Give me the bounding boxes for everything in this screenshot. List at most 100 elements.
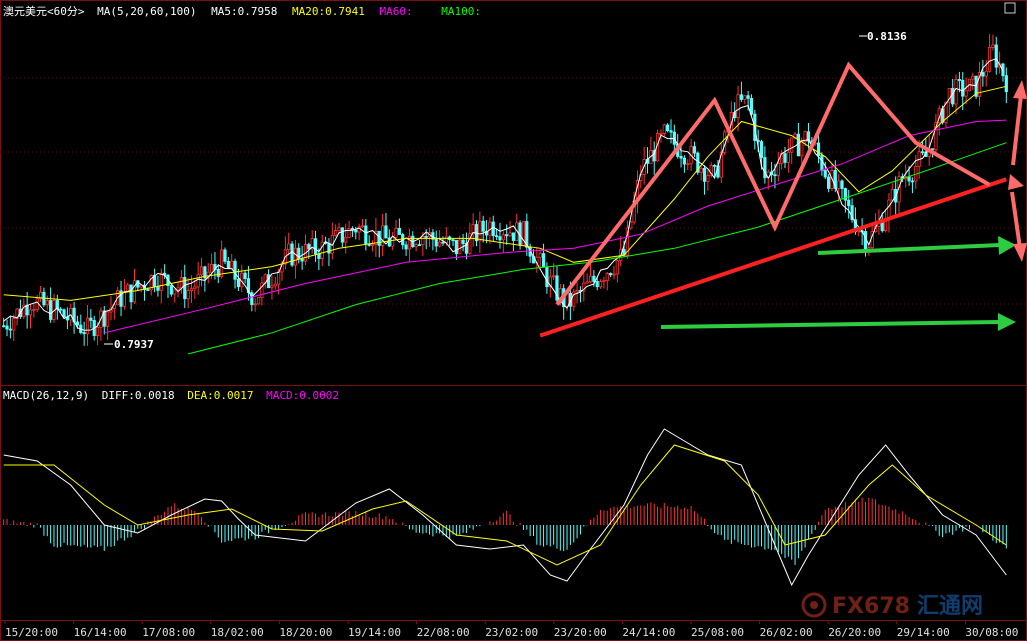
high-price-label: 0.8136 [867, 30, 907, 43]
candle-body [759, 141, 764, 158]
candle-body [169, 285, 173, 295]
candle-body [511, 232, 515, 241]
candle-body [662, 124, 666, 134]
candle-body [749, 97, 754, 115]
candle-body [287, 243, 291, 251]
candle-body [89, 317, 93, 321]
candle-body [300, 258, 304, 262]
candle-body [800, 141, 804, 157]
candle-body [602, 280, 606, 283]
candle-body [270, 285, 274, 289]
candle-body [826, 176, 831, 189]
candle-body [173, 289, 177, 295]
x-tick-label: 17/08:00 [142, 626, 195, 639]
candle-body [552, 275, 556, 278]
candle-body [987, 47, 992, 72]
candle-body [313, 238, 318, 255]
candle-body [189, 288, 194, 291]
candle-body [193, 286, 197, 290]
x-tick-label: 29/14:00 [897, 626, 950, 639]
candle-body [216, 268, 220, 277]
candle-body [8, 328, 12, 331]
legend-ma5-name: MA5 [211, 5, 231, 18]
candle-body [702, 167, 707, 182]
legend-ma5-value: 0.7958 [238, 5, 278, 18]
candle-body [991, 44, 995, 48]
ma-indicator-label: MA(5,20,60,100) [97, 5, 196, 18]
x-tick-label: 24/14:00 [622, 626, 675, 639]
candle-body [994, 44, 998, 68]
candle-body [186, 290, 190, 300]
x-tick-label: 19/14:00 [348, 626, 401, 639]
candle-body [712, 164, 717, 167]
candle-body [961, 79, 965, 97]
candle-body [273, 283, 277, 287]
candle-body [541, 253, 546, 268]
candle-body [796, 133, 801, 157]
candle-body [746, 95, 750, 99]
x-axis-labels: 15/20:00 16/14:00 17/08:00 18/02:00 18/20:00… [4, 620, 1018, 639]
candle-body [816, 142, 821, 157]
legend-macd-value: 0.0002 [299, 389, 339, 402]
ma20-line [3, 85, 1007, 301]
x-tick-label: 18/02:00 [211, 626, 264, 639]
candle-body [847, 199, 851, 207]
candle-body [444, 236, 448, 244]
candle-body [686, 163, 690, 166]
candle-body [277, 271, 281, 285]
candle-body [35, 298, 39, 311]
candle-body [417, 244, 422, 247]
x-tick-label: 25/08:00 [691, 626, 744, 639]
macd-series [3, 428, 1007, 587]
candle-body [840, 180, 844, 189]
candle-body [907, 176, 911, 182]
candle-body [682, 157, 687, 165]
x-tick-label: 23/02:00 [485, 626, 538, 639]
candle-body [159, 272, 163, 291]
candle-body [337, 227, 341, 231]
candle-body [2, 325, 6, 328]
candle-body [491, 221, 495, 237]
candle-body [588, 275, 593, 283]
candle-body [890, 188, 894, 201]
macd-header: MACD(26,12,9) DIFF:0.0018 DEA:0.0017 MAC… [3, 389, 339, 402]
candle-body [454, 239, 458, 255]
x-tick-label: 26/02:00 [760, 626, 813, 639]
legend-ma20-value: 0.7941 [325, 5, 365, 18]
candle-body [236, 278, 241, 288]
candle-body [609, 273, 613, 276]
candle-body [692, 146, 697, 154]
watermark-cn: 汇通网 [917, 594, 983, 619]
candle-body [971, 75, 975, 80]
candle-body [334, 230, 338, 236]
x-tick-label: 26/20:00 [828, 626, 881, 639]
candle-body [199, 266, 204, 276]
candle-body [438, 241, 442, 247]
candle-body [28, 309, 33, 316]
candle-body [451, 239, 455, 242]
candle-body [441, 241, 445, 244]
candle-body [129, 284, 133, 303]
candle-body [434, 238, 438, 247]
candle-body [59, 308, 63, 311]
candle-body [612, 273, 616, 276]
candle-body [615, 260, 619, 275]
candle-body [250, 292, 254, 305]
candle-body [666, 124, 670, 132]
candle-body [495, 235, 499, 238]
instrument-title: 澳元美元<60分> [3, 5, 85, 18]
candle-body [598, 281, 603, 288]
candle-body [317, 253, 321, 259]
candle-body [461, 239, 465, 244]
trend-annotations [539, 61, 1007, 338]
panel-toggle-icon[interactable] [1004, 2, 1016, 14]
candle-body [957, 79, 961, 81]
chart-canvas: 澳元美元<60分> MA(5,20,60,100) MA5:0.7958 MA2… [0, 0, 1027, 641]
candle-body [290, 243, 294, 266]
candle-body [253, 303, 257, 306]
candle-body [951, 87, 955, 105]
candle-body [659, 132, 663, 135]
candle-body [226, 260, 230, 270]
candle-body [307, 244, 311, 250]
candle-body [397, 228, 401, 235]
